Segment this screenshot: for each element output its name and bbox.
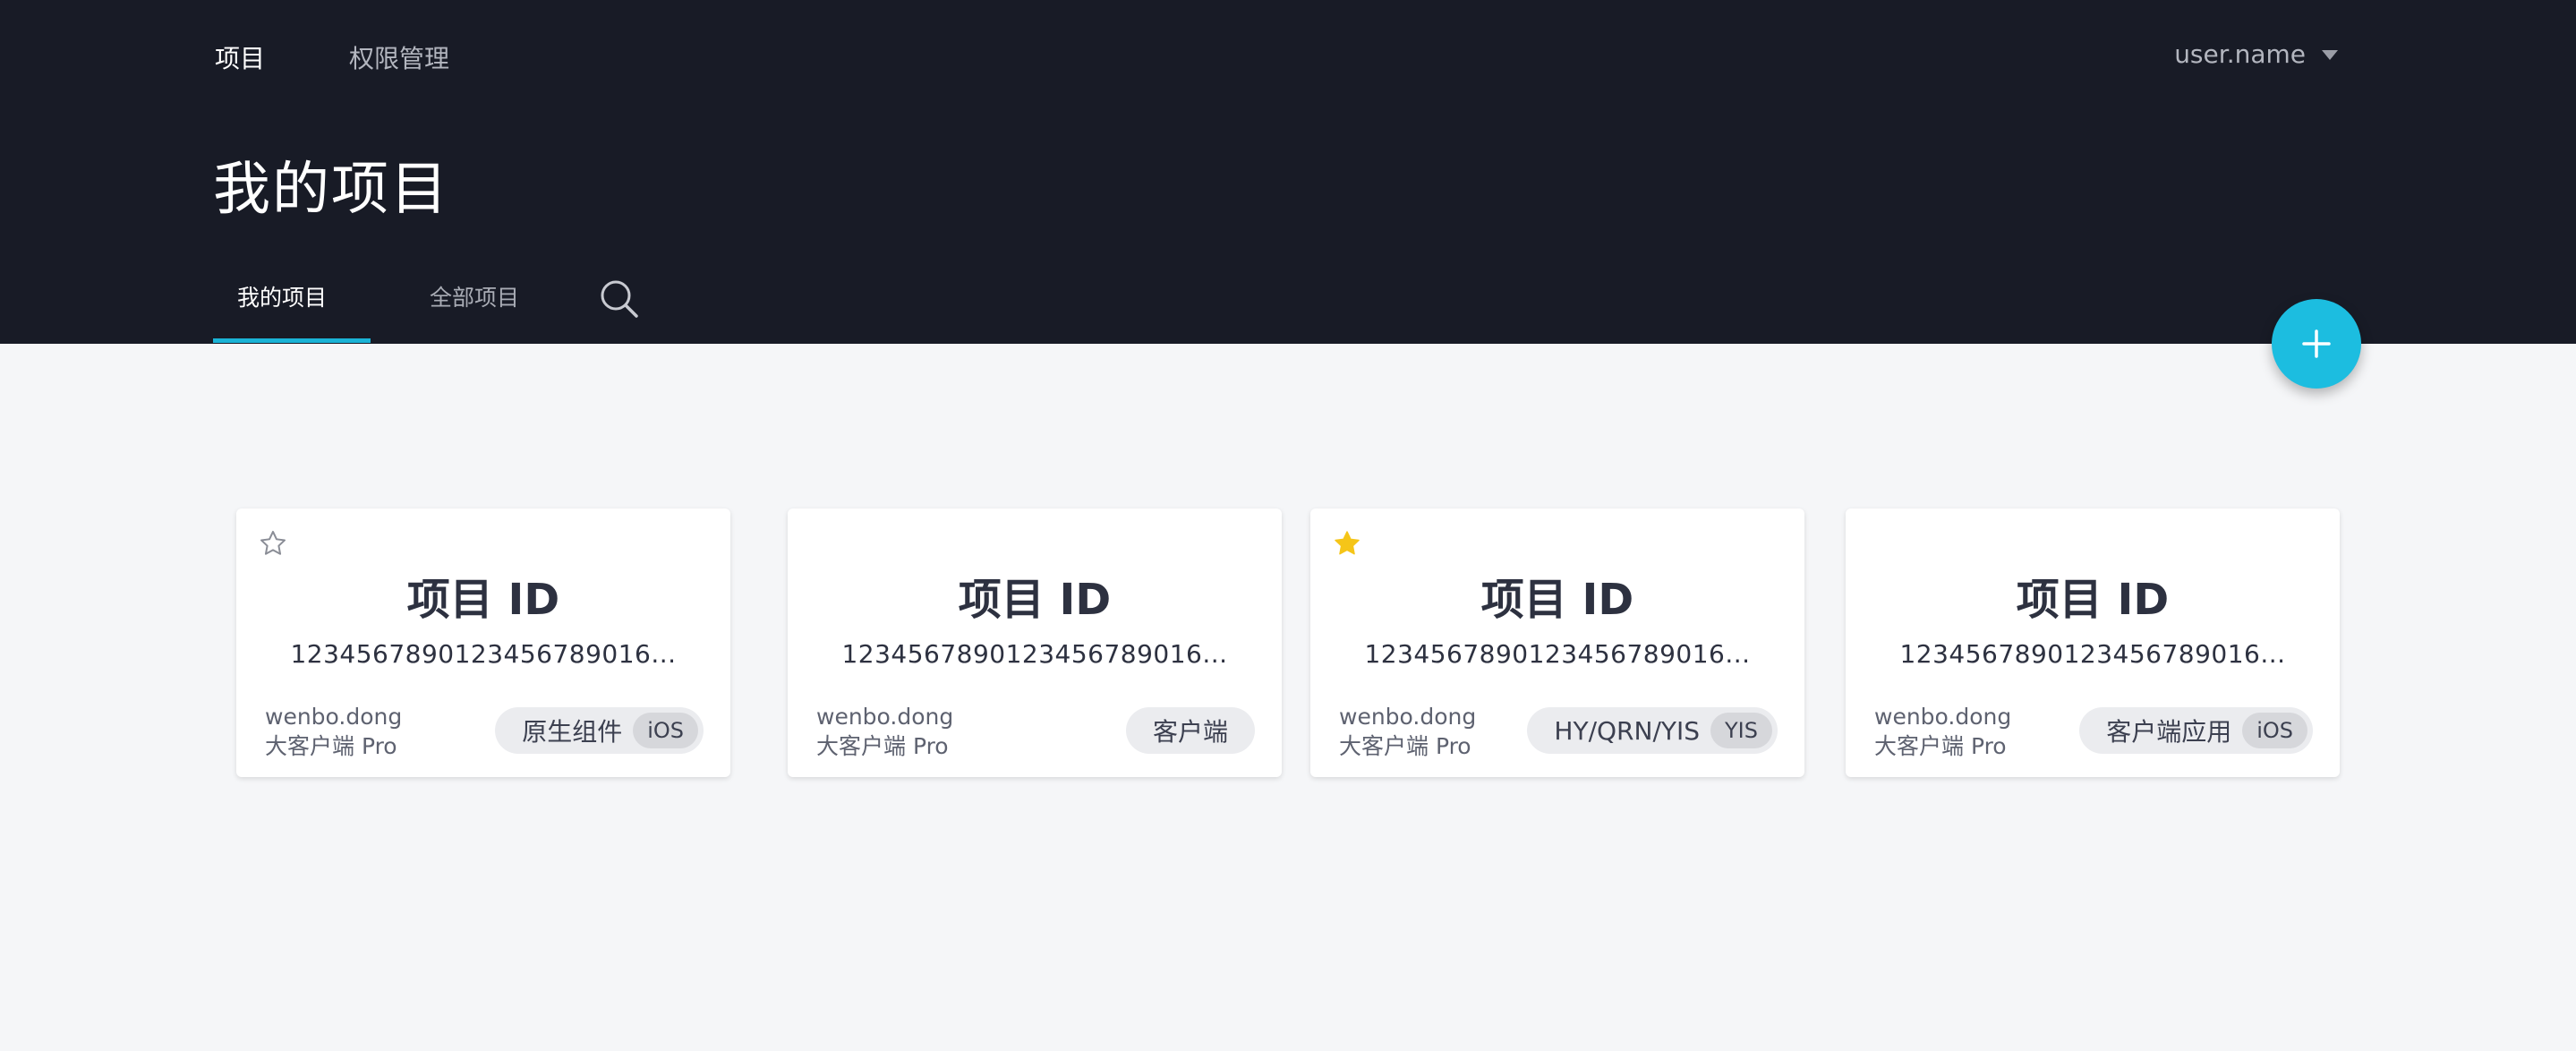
plus-icon bbox=[2302, 329, 2331, 358]
card-owner: wenbo.dong bbox=[1874, 704, 2012, 730]
active-tab-indicator bbox=[213, 338, 371, 343]
tag-label: 客户端 bbox=[1152, 717, 1228, 747]
card-owner: wenbo.dong bbox=[1339, 704, 1477, 730]
tab-my-projects[interactable]: 我的项目 bbox=[237, 280, 327, 312]
top-header: 项目 权限管理 user.name 我的项目 我的项目 全部项目 bbox=[0, 0, 2576, 344]
tag-label: HY/QRN/YIS bbox=[1554, 715, 1701, 746]
card-owner-info: wenbo.dong 大客户端 Pro bbox=[816, 702, 953, 761]
tag-label: 客户端应用 bbox=[2106, 717, 2232, 747]
card-team: 大客户端 Pro bbox=[1339, 733, 1471, 759]
card-team: 大客户端 Pro bbox=[816, 733, 949, 759]
card-owner: wenbo.dong bbox=[265, 704, 403, 730]
caret-down-icon bbox=[2322, 50, 2338, 60]
card-title: 项目 ID bbox=[406, 575, 560, 625]
card-team: 大客户端 Pro bbox=[265, 733, 397, 759]
card-owner-info: wenbo.dong 大客户端 Pro bbox=[1874, 702, 2011, 761]
page-title: 我的项目 bbox=[213, 157, 449, 223]
project-card[interactable]: 项目 ID 1234567890123456789016... wenbo.do… bbox=[1310, 508, 1804, 777]
nav-item-projects[interactable]: 项目 bbox=[215, 39, 265, 75]
card-project-id: 1234567890123456789016... bbox=[1364, 639, 1751, 669]
tab-all-projects[interactable]: 全部项目 bbox=[430, 280, 519, 312]
card-team: 大客户端 Pro bbox=[1874, 733, 2007, 759]
project-card[interactable]: 项目 ID 1234567890123456789016... wenbo.do… bbox=[788, 508, 1282, 777]
card-title: 项目 ID bbox=[2016, 575, 2170, 625]
card-title: 项目 ID bbox=[1480, 575, 1634, 625]
user-name: user.name bbox=[2174, 39, 2306, 69]
platform-badge: iOS bbox=[633, 713, 698, 748]
card-owner-info: wenbo.dong 大客户端 Pro bbox=[265, 702, 402, 761]
star-outline-icon[interactable] bbox=[258, 528, 288, 559]
card-project-id: 1234567890123456789016... bbox=[1899, 639, 2286, 669]
search-icon[interactable] bbox=[598, 277, 641, 320]
card-title: 项目 ID bbox=[958, 575, 1112, 625]
project-card[interactable]: 项目 ID 1234567890123456789016... wenbo.do… bbox=[236, 508, 730, 777]
project-card[interactable]: 项目 ID 1234567890123456789016... wenbo.do… bbox=[1846, 508, 2340, 777]
card-project-id: 1234567890123456789016... bbox=[841, 639, 1228, 669]
user-menu[interactable]: user.name bbox=[2174, 39, 2338, 69]
star-filled-icon[interactable] bbox=[1332, 528, 1362, 559]
project-type-tag: 客户端应用 iOS bbox=[2079, 707, 2313, 754]
project-type-tag: 客户端 bbox=[1125, 707, 1255, 754]
nav-item-permissions[interactable]: 权限管理 bbox=[349, 39, 449, 75]
platform-badge: iOS bbox=[2242, 713, 2307, 748]
add-project-button[interactable] bbox=[2272, 299, 2361, 389]
card-owner-info: wenbo.dong 大客户端 Pro bbox=[1339, 702, 1476, 761]
card-owner: wenbo.dong bbox=[816, 704, 954, 730]
tag-label: 原生组件 bbox=[522, 717, 623, 747]
card-project-id: 1234567890123456789016... bbox=[290, 639, 677, 669]
project-type-tag: 原生组件 iOS bbox=[495, 707, 704, 754]
project-type-tag: HY/QRN/YIS YIS bbox=[1527, 707, 1778, 754]
platform-badge: YIS bbox=[1710, 713, 1772, 748]
